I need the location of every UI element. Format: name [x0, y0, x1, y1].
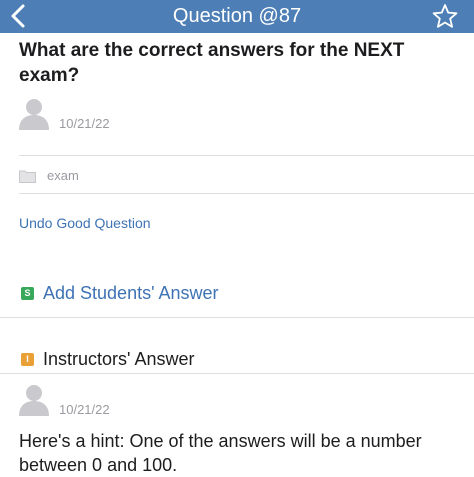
section-divider [0, 373, 474, 374]
instructors-answer-badge: I [21, 353, 34, 366]
instructor-answer-date: 10/21/22 [59, 402, 110, 417]
folder-tag-exam[interactable]: exam [47, 168, 79, 183]
page-title: Question @87 [172, 5, 302, 27]
add-students-answer-button[interactable]: Add Students' Answer [43, 283, 219, 304]
undo-good-question-link[interactable]: Undo Good Question [19, 215, 151, 231]
divider [19, 193, 474, 194]
divider [19, 155, 474, 156]
author-avatar-icon [19, 99, 49, 130]
question-title: What are the correct answers for the NEX… [19, 40, 405, 86]
instructor-avatar-icon [19, 385, 49, 416]
students-answer-badge: S [21, 287, 34, 300]
star-icon[interactable] [432, 3, 458, 29]
question-date: 10/21/22 [59, 116, 110, 131]
folder-icon [19, 170, 36, 183]
section-divider [0, 317, 474, 318]
navigation-bar: Question @87 [0, 0, 474, 33]
instructors-answer-heading: Instructors' Answer [43, 349, 195, 369]
instructor-answer-text: Here's a hint: One of the answers will b… [19, 431, 422, 475]
